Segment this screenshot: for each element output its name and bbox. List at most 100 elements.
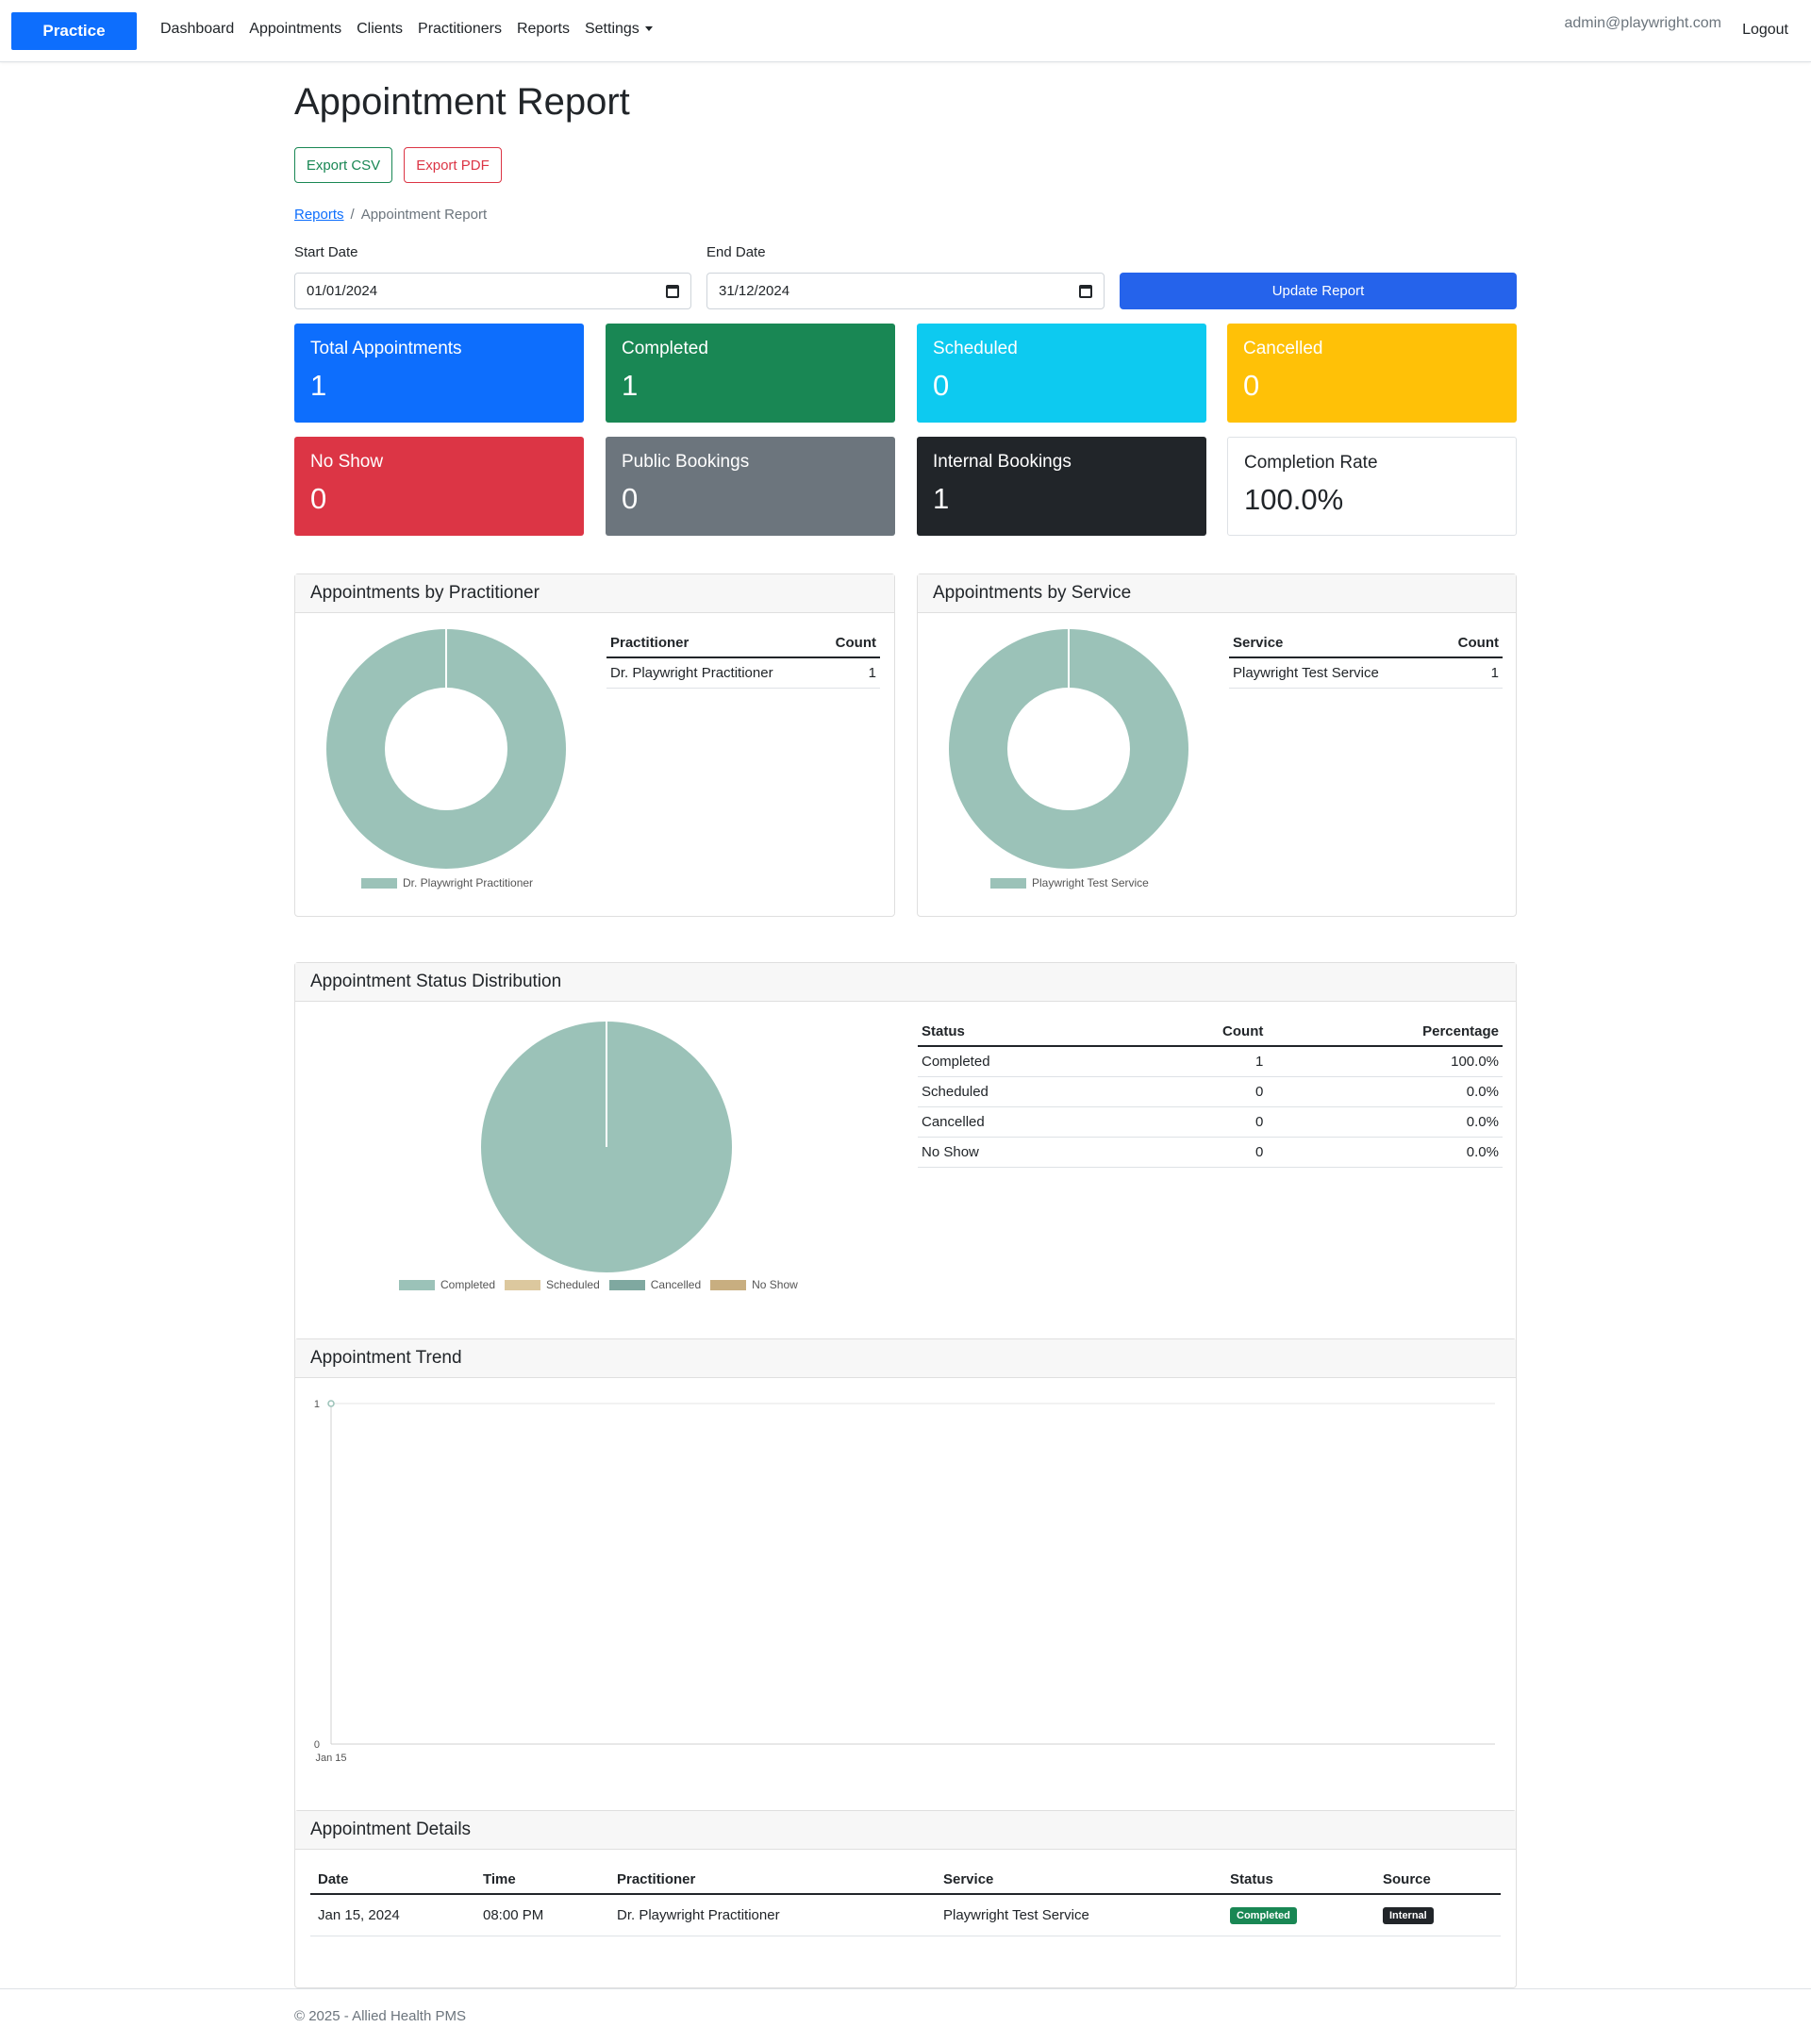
status-distribution-card: Appointment Status Distribution Complete… — [294, 962, 1517, 1362]
legend-swatch — [505, 1279, 541, 1290]
column-header: Percentage — [1267, 1016, 1503, 1047]
service-cell: Playwright Test Service — [939, 1894, 1226, 1936]
stat-card-scheduled: Scheduled 0 — [917, 324, 1206, 423]
calendar-icon[interactable] — [666, 285, 679, 298]
table-row: Cancelled 0 0.0% — [918, 1106, 1503, 1138]
column-header: Count — [819, 627, 880, 658]
nav-link-practitioners[interactable]: Practitioners — [418, 21, 502, 38]
nav-link-clients[interactable]: Clients — [357, 21, 403, 38]
details-card: Appointment Details Date Time Practition… — [294, 1810, 1517, 1988]
table-cell: Scheduled — [918, 1076, 1132, 1107]
stat-value: 1 — [622, 369, 639, 402]
legend-label: Cancelled — [650, 1278, 702, 1291]
table-row: No Show 0 0.0% — [918, 1137, 1503, 1168]
calendar-icon[interactable] — [1079, 285, 1092, 298]
legend-item: Scheduled — [505, 1278, 600, 1291]
card-title: Appointments by Practitioner — [295, 574, 894, 613]
column-header: Count — [1131, 1016, 1268, 1047]
stat-card-completed: Completed 1 — [606, 324, 895, 423]
stat-value: 1 — [933, 482, 950, 515]
end-date-input[interactable]: 31/12/2024 — [706, 273, 1105, 309]
stat-title: No Show — [310, 452, 384, 472]
table-cell: Cancelled — [918, 1106, 1132, 1138]
table-cell: 1 — [1131, 1046, 1268, 1077]
source-cell: Internal — [1379, 1894, 1501, 1936]
table-cell: 0 — [1131, 1106, 1268, 1138]
stat-value: 1 — [310, 369, 327, 402]
nav-link-settings[interactable]: Settings — [585, 21, 653, 38]
stat-title: Internal Bookings — [933, 452, 1072, 472]
start-date-input[interactable]: 01/01/2024 — [294, 273, 691, 309]
legend-item: Playwright Test Service — [990, 876, 1149, 889]
practitioner-table: Practitioner Count Dr. Playwright Practi… — [606, 627, 880, 689]
table-row: Jan 15, 2024 08:00 PM Dr. Playwright Pra… — [310, 1894, 1501, 1936]
stat-card-public-bookings: Public Bookings 0 — [606, 437, 895, 536]
stat-title: Completed — [622, 339, 708, 358]
stat-value: 100.0% — [1244, 483, 1344, 516]
legend-label: Playwright Test Service — [1032, 876, 1149, 889]
trend-point — [327, 1400, 335, 1407]
service-legend: Playwright Test Service — [990, 876, 1158, 889]
column-header: Count — [1437, 627, 1503, 658]
stat-card-no-show: No Show 0 — [294, 437, 584, 536]
x-tick-label: Jan 15 — [315, 1753, 346, 1764]
source-badge: Internal — [1383, 1907, 1434, 1924]
legend-item: No Show — [710, 1278, 798, 1291]
legend-swatch — [608, 1279, 645, 1290]
legend-item: Cancelled — [608, 1278, 702, 1291]
start-date-value: 01/01/2024 — [307, 283, 378, 299]
practitioner-donut-chart — [326, 629, 566, 869]
end-date-label: End Date — [706, 244, 766, 260]
stat-title: Cancelled — [1243, 339, 1323, 358]
column-header: Practitioner — [613, 1864, 939, 1895]
table-cell: Completed — [918, 1046, 1132, 1077]
table-row: Playwright Test Service 1 — [1229, 657, 1503, 689]
table-header-row: Service Count — [1229, 627, 1503, 658]
legend-label: Completed — [440, 1278, 496, 1291]
column-header: Service — [1229, 627, 1437, 658]
stat-value: 0 — [622, 482, 639, 515]
table-cell: Dr. Playwright Practitioner — [606, 657, 820, 689]
table-row: Scheduled 0 0.0% — [918, 1076, 1503, 1107]
y-tick-label: 1 — [314, 1399, 320, 1410]
table-cell: Playwright Test Service — [1229, 657, 1437, 689]
table-header-row: Date Time Practitioner Service Status So… — [310, 1864, 1501, 1895]
export-csv-button[interactable]: Export CSV — [294, 147, 392, 183]
stat-card-cancelled: Cancelled 0 — [1227, 324, 1517, 423]
practitioner-card: Appointments by Practitioner Dr. Playwri… — [294, 573, 895, 917]
table-cell: 1 — [1437, 657, 1503, 689]
table-cell: 0.0% — [1267, 1076, 1503, 1107]
logout-link[interactable]: Logout — [1742, 22, 1788, 39]
status-badge: Completed — [1230, 1907, 1297, 1924]
stat-title: Total Appointments — [310, 339, 462, 358]
y-tick-label: 0 — [314, 1739, 320, 1751]
legend-swatch — [399, 1279, 435, 1290]
status-cell: Completed — [1226, 1894, 1379, 1936]
nav-link-reports[interactable]: Reports — [517, 21, 570, 38]
card-title: Appointment Status Distribution — [295, 963, 1516, 1002]
time-cell: 08:00 PM — [479, 1894, 613, 1936]
service-donut-chart — [949, 629, 1188, 869]
breadcrumb-reports-link[interactable]: Reports — [294, 207, 344, 223]
export-pdf-button[interactable]: Export PDF — [404, 147, 502, 183]
nav-link-settings-label: Settings — [584, 21, 640, 37]
column-header: Service — [939, 1864, 1226, 1895]
stat-card-total-appointments: Total Appointments 1 — [294, 324, 584, 423]
nav-link-appointments[interactable]: Appointments — [249, 21, 341, 38]
breadcrumb-current: Appointment Report — [360, 207, 488, 223]
table-header-row: Practitioner Count — [606, 627, 880, 658]
service-card: Appointments by Service Playwright Test … — [917, 573, 1517, 917]
table-cell: 0 — [1131, 1076, 1268, 1107]
brand-logo[interactable]: Practice — [11, 12, 137, 50]
card-title: Appointment Trend — [295, 1339, 1516, 1378]
table-cell: 1 — [819, 657, 880, 689]
donut-hole — [1007, 688, 1130, 810]
stat-title: Scheduled — [933, 339, 1018, 358]
status-pie-chart — [481, 1022, 732, 1272]
nav-link-dashboard[interactable]: Dashboard — [160, 21, 234, 38]
breadcrumb-separator: / — [350, 207, 355, 223]
legend-swatch — [361, 877, 397, 889]
practitioner-legend: Dr. Playwright Practitioner — [361, 876, 542, 889]
footer-text: © 2025 - Allied Health PMS — [294, 2008, 466, 2024]
update-report-button[interactable]: Update Report — [1120, 273, 1517, 309]
